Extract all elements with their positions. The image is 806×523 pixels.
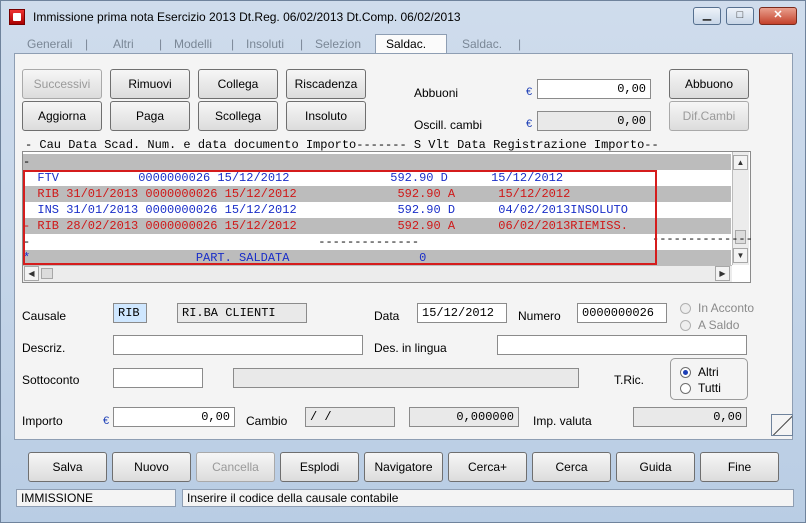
grid-right-dashes: -------------- (652, 232, 753, 246)
minimize-button[interactable]: ▁ (693, 7, 721, 25)
paga-button[interactable]: Paga (110, 101, 190, 131)
causale-label: Causale (22, 309, 67, 323)
importo-field[interactable]: 0,00 (113, 407, 235, 427)
navigatore-button[interactable]: Navigatore (364, 452, 443, 482)
tab-altri[interactable]: Altri (113, 37, 134, 51)
tab-saldac-active[interactable]: Saldac. (375, 34, 447, 53)
tab-separator: | (159, 37, 163, 51)
descriz-label: Descriz. (22, 341, 66, 355)
oscill-cambi-field[interactable]: 0,00 (537, 111, 651, 131)
window-title: Immissione prima nota Esercizio 2013 Dt.… (33, 10, 461, 24)
des-lingua-label: Des. in lingua (374, 341, 447, 355)
cambio-label: Cambio (246, 414, 288, 428)
data-label: Data (374, 309, 400, 323)
tab-separator: | (518, 37, 522, 51)
movements-grid[interactable]: - FTV 0000000026 15/12/2012 592.90 D 15/… (22, 151, 751, 283)
tutti-radio[interactable] (680, 383, 691, 394)
table-row[interactable]: RIB 31/01/2013 0000000026 15/12/2012 592… (23, 186, 731, 202)
scroll-down-icon[interactable]: ▼ (733, 248, 748, 263)
tab-generali[interactable]: Generali (27, 37, 72, 51)
euro-icon: € (103, 415, 110, 427)
rimuovi-button[interactable]: Rimuovi (110, 69, 190, 99)
scroll-right-icon[interactable]: ▶ (715, 266, 730, 281)
table-row[interactable]: - (23, 154, 731, 170)
sottoconto-desc-field (233, 368, 579, 388)
cambio-value-field: 0,000000 (409, 407, 519, 427)
numero-label: Numero (518, 309, 561, 323)
esplodi-button[interactable]: Esplodi (280, 452, 359, 482)
causale-desc-field: RI.BA CLIENTI (177, 303, 307, 323)
causale-code-field[interactable]: RIB (113, 303, 147, 323)
status-hint: Inserire il codice della causale contabi… (182, 489, 794, 507)
successivi-button[interactable]: Successivi (22, 69, 102, 99)
resize-grip-icon[interactable] (771, 414, 793, 436)
tab-saldac[interactable]: Saldac. (462, 37, 502, 51)
descriz-field[interactable] (113, 335, 363, 355)
scollega-button[interactable]: Scollega (198, 101, 278, 131)
table-row[interactable]: - RIB 28/02/2013 0000000026 15/12/2012 5… (23, 218, 731, 234)
scroll-thumb[interactable] (41, 268, 53, 279)
table-row[interactable]: * PART. SALDATA 0 (23, 250, 731, 266)
euro-icon: € (526, 118, 533, 130)
cambio-date-field: / / (305, 407, 395, 427)
table-row[interactable]: INS 31/01/2013 0000000026 15/12/2012 592… (23, 202, 731, 218)
tab-modelli[interactable]: Modelli (174, 37, 212, 51)
guida-button[interactable]: Guida (616, 452, 695, 482)
sottoconto-label: Sottoconto (22, 373, 80, 387)
riscadenza-button[interactable]: Riscadenza (286, 69, 366, 99)
collega-button[interactable]: Collega (198, 69, 278, 99)
tab-bar: Generali | Altri | Modelli | Insoluti | … (15, 34, 795, 53)
maximize-button[interactable]: □ (726, 7, 754, 25)
altri-radio[interactable] (680, 367, 691, 378)
tutti-label: Tutti (698, 381, 721, 395)
aggiorna-button[interactable]: Aggiorna (22, 101, 102, 131)
dif-cambi-button[interactable]: Dif.Cambi (669, 101, 749, 131)
abbuoni-label: Abbuoni (414, 86, 459, 100)
app-icon (9, 9, 25, 25)
tab-separator: | (85, 37, 89, 51)
scroll-up-icon[interactable]: ▲ (733, 155, 748, 170)
sottoconto-field[interactable] (113, 368, 203, 388)
cerca-button[interactable]: Cerca (532, 452, 611, 482)
data-field[interactable]: 15/12/2012 (417, 303, 507, 323)
salva-button[interactable]: Salva (28, 452, 107, 482)
close-button[interactable]: ✕ (759, 7, 797, 25)
tab-separator: | (300, 37, 304, 51)
tab-separator: | (231, 37, 235, 51)
altri-label: Altri (698, 365, 719, 379)
fine-button[interactable]: Fine (700, 452, 779, 482)
in-acconto-radio[interactable] (680, 303, 691, 314)
euro-icon: € (526, 86, 533, 98)
vertical-scrollbar[interactable]: ▲ ▼ (732, 152, 749, 265)
table-row[interactable]: - -------------- (23, 234, 731, 250)
abbuoni-field[interactable]: 0,00 (537, 79, 651, 99)
abbuono-button[interactable]: Abbuono (669, 69, 749, 99)
des-lingua-field[interactable] (497, 335, 747, 355)
importo-label: Importo (22, 414, 63, 428)
table-row[interactable]: FTV 0000000026 15/12/2012 592.90 D 15/12… (23, 170, 731, 186)
tab-selezion[interactable]: Selezion (315, 37, 361, 51)
status-mode: IMMISSIONE (16, 489, 176, 507)
imp-valuta-field: 0,00 (633, 407, 747, 427)
insoluto-button[interactable]: Insoluto (286, 101, 366, 131)
scroll-left-icon[interactable]: ◀ (24, 266, 39, 281)
nuovo-button[interactable]: Nuovo (112, 452, 191, 482)
main-window: Immissione prima nota Esercizio 2013 Dt.… (0, 0, 806, 523)
a-saldo-radio[interactable] (680, 320, 691, 331)
cancella-button[interactable]: Cancella (196, 452, 275, 482)
numero-field[interactable]: 0000000026 (577, 303, 667, 323)
imp-valuta-label: Imp. valuta (533, 414, 592, 428)
in-acconto-label: In Acconto (698, 301, 755, 315)
oscill-cambi-label: Oscill. cambi (414, 118, 483, 132)
cerca-plus-button[interactable]: Cerca+ (448, 452, 527, 482)
tric-label: T.Ric. (614, 373, 644, 387)
title-bar: Immissione prima nota Esercizio 2013 Dt.… (1, 1, 805, 33)
a-saldo-label: A Saldo (698, 318, 740, 332)
horizontal-scrollbar[interactable]: ◀ ▶ (23, 265, 732, 282)
grid-header: - Cau Data Scad. Num. e data documento I… (25, 138, 659, 152)
tab-insoluti[interactable]: Insoluti (246, 37, 284, 51)
